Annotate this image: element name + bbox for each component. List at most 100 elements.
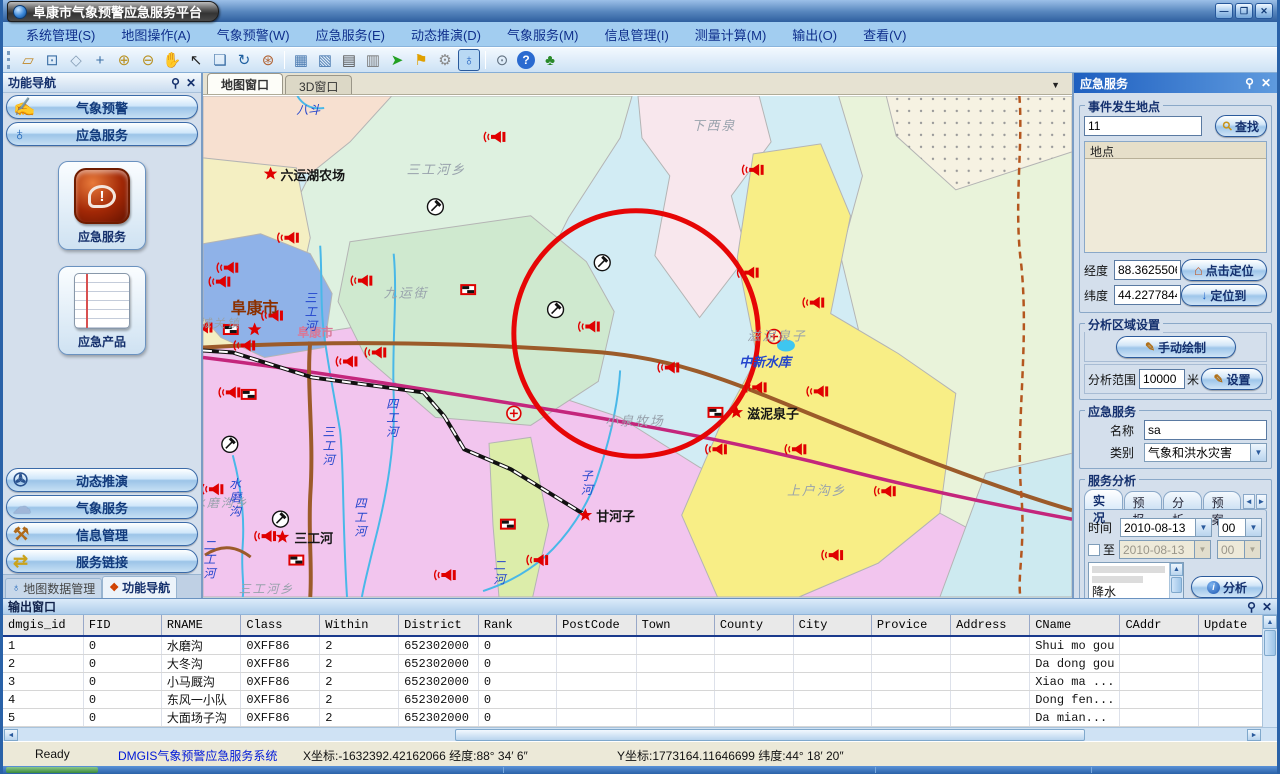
tab-plan[interactable]: 预案: [1203, 491, 1242, 509]
refresh-tool[interactable]: ↻: [233, 49, 255, 71]
column-header[interactable]: C​Addr: [1120, 615, 1199, 636]
tab-map-data-management[interactable]: ♁ 地图数据管理: [5, 578, 102, 598]
nav-service-links-button[interactable]: ⇄ 服务链接: [6, 549, 198, 573]
menu-emergency-service[interactable]: 应急服务(E): [303, 25, 398, 44]
search-button[interactable]: ⚲ 查找: [1215, 115, 1267, 137]
menu-system[interactable]: 系统管理(S): [13, 25, 108, 44]
pin-icon[interactable]: ⚲: [1245, 76, 1254, 90]
map-canvas[interactable]: 六运湖农场 三工河乡 下西泉 九运街 阜康市 阜康市 城关镇 滋泥泉子 中新水库…: [203, 95, 1072, 598]
mine-icon[interactable]: [273, 511, 289, 527]
menu-weather-service[interactable]: 气象服务(M): [494, 25, 592, 44]
nav-dynamic-deduction-button[interactable]: ✇ 动态推演: [6, 468, 198, 492]
table-row[interactable]: 50大面场子沟0XFF8626523020000Da mian...: [3, 709, 1277, 727]
menu-info-management[interactable]: 信息管理(I): [592, 25, 682, 44]
scrollbar-thumb[interactable]: [455, 729, 1085, 741]
menu-weather-warning[interactable]: 气象预警(W): [204, 25, 303, 44]
menu-map-ops[interactable]: 地图操作(A): [108, 25, 203, 44]
tab-function-nav[interactable]: ❖ 功能导航: [102, 576, 177, 598]
longitude-field[interactable]: [1114, 260, 1181, 280]
click-locate-button[interactable]: ⌂ 点击定位: [1181, 259, 1267, 281]
column-header[interactable]: City: [793, 615, 871, 636]
settings-tool[interactable]: ⚙: [434, 49, 456, 71]
tab-analysis[interactable]: 分析: [1163, 491, 1202, 509]
menu-view[interactable]: 查看(V): [850, 25, 919, 44]
column-header[interactable]: Rank: [478, 615, 556, 636]
service-type-select[interactable]: 气象和洪水灾害 ▼: [1144, 443, 1267, 462]
hour-select[interactable]: 00 ▼: [1218, 518, 1262, 537]
measure-tool[interactable]: ▱: [17, 49, 39, 71]
toolbar-grip[interactable]: [7, 51, 11, 69]
table-row[interactable]: 30小马厩沟0XFF8626523020000Xiao ma ...: [3, 673, 1277, 691]
marker-tool[interactable]: ⚑: [410, 49, 432, 71]
globe-service-tool[interactable]: ♁: [458, 49, 480, 71]
table-row[interactable]: 10水磨沟0XFF8626523020000Shui mo gou: [3, 636, 1277, 655]
location-search-input[interactable]: [1084, 116, 1202, 136]
column-header[interactable]: Provice: [871, 615, 950, 636]
tab-dropdown-icon[interactable]: ▼: [1043, 80, 1068, 90]
scroll-left-icon[interactable]: ◄: [4, 729, 18, 741]
nav-weather-service-button[interactable]: ☁ 气象服务: [6, 495, 198, 519]
to-checkbox[interactable]: [1088, 544, 1100, 556]
column-header[interactable]: Town: [636, 615, 714, 636]
select-rect-tool[interactable]: ⊡: [41, 49, 63, 71]
scroll-right-icon[interactable]: ►: [1247, 729, 1261, 741]
date2-select[interactable]: 2010-08-13 ▼: [1119, 540, 1211, 559]
dropdown-icon[interactable]: ▼: [1195, 519, 1211, 536]
image-export-tool[interactable]: ▧: [314, 49, 336, 71]
station-flag-icon[interactable]: [500, 519, 516, 530]
latitude-field[interactable]: [1114, 285, 1181, 305]
locate-to-button[interactable]: ↓ 定位到: [1181, 284, 1267, 306]
dropdown-icon[interactable]: ▼: [1245, 519, 1261, 536]
close-icon[interactable]: ✕: [1261, 76, 1271, 90]
tab-map-window[interactable]: 地图窗口: [207, 73, 283, 94]
nav-emergency-service-button[interactable]: ♁ 应急服务: [6, 122, 198, 146]
column-header[interactable]: CName: [1030, 615, 1120, 636]
listbox-scrollbar[interactable]: ▲ ▼: [1169, 563, 1183, 598]
column-header[interactable]: PostCode: [557, 615, 636, 636]
zoom-out-tool[interactable]: ⊖: [137, 49, 159, 71]
close-icon[interactable]: ✕: [186, 76, 196, 90]
tab-forecast[interactable]: 预报: [1124, 491, 1163, 509]
output-horizontal-scrollbar[interactable]: ◄ ►: [3, 727, 1277, 741]
service-name-input[interactable]: [1144, 420, 1267, 440]
map-layers-tool[interactable]: ▦: [290, 49, 312, 71]
scroll-up-icon[interactable]: ▲: [1263, 615, 1277, 629]
hour2-select[interactable]: 00 ▼: [1217, 540, 1261, 559]
restore-button[interactable]: ❐: [1235, 3, 1253, 19]
minimize-button[interactable]: —: [1215, 3, 1233, 19]
tab-scroll-left-icon[interactable]: ◄: [1243, 494, 1254, 509]
column-header[interactable]: County: [714, 615, 793, 636]
station-flag-icon[interactable]: [460, 284, 476, 295]
manual-draw-button[interactable]: ✎ 手动绘制: [1116, 336, 1236, 358]
tab-scroll-right-icon[interactable]: ►: [1256, 494, 1267, 509]
element-listbox[interactable]: 降水 空气温度 ▲ ▼: [1088, 562, 1184, 598]
pan-tool[interactable]: ✋: [161, 49, 183, 71]
menu-dynamic-deduction[interactable]: 动态推演(D): [398, 25, 494, 44]
menu-measure-calc[interactable]: 测量计算(M): [682, 25, 780, 44]
close-button[interactable]: ✕: [1255, 3, 1273, 19]
station-flag-icon[interactable]: [241, 389, 257, 400]
set-range-button[interactable]: ✎ 设置: [1201, 368, 1263, 390]
output-vertical-scrollbar[interactable]: ▲: [1262, 615, 1277, 727]
mine-icon[interactable]: [222, 436, 238, 452]
column-header[interactable]: FID: [83, 615, 161, 636]
column-header[interactable]: Address: [951, 615, 1030, 636]
range-input[interactable]: [1139, 369, 1185, 389]
legend-tool[interactable]: ♣: [539, 49, 561, 71]
column-header[interactable]: Within: [320, 615, 399, 636]
table-row[interactable]: 20大冬沟0XFF8626523020000Da dong gou: [3, 655, 1277, 673]
print-color-tool[interactable]: ▥: [362, 49, 384, 71]
nav-weather-warning-button[interactable]: ✍ 气象预警: [6, 95, 198, 119]
mine-icon[interactable]: [548, 302, 564, 318]
location-list[interactable]: 地点: [1084, 141, 1267, 253]
station-flag-icon[interactable]: [708, 407, 724, 418]
nav-info-management-button[interactable]: ⚒ 信息管理: [6, 522, 198, 546]
menu-output[interactable]: 输出(O): [779, 25, 850, 44]
help-tool[interactable]: ?: [517, 51, 535, 69]
tab-live[interactable]: 实况: [1084, 489, 1123, 509]
emergency-product-shortcut[interactable]: 应急产品: [58, 266, 146, 355]
mine-icon[interactable]: [427, 199, 443, 215]
tab-3d-window[interactable]: 3D窗口: [285, 75, 352, 94]
column-header[interactable]: dmgis_id: [3, 615, 83, 636]
analyze-button[interactable]: i 分析: [1191, 576, 1263, 598]
